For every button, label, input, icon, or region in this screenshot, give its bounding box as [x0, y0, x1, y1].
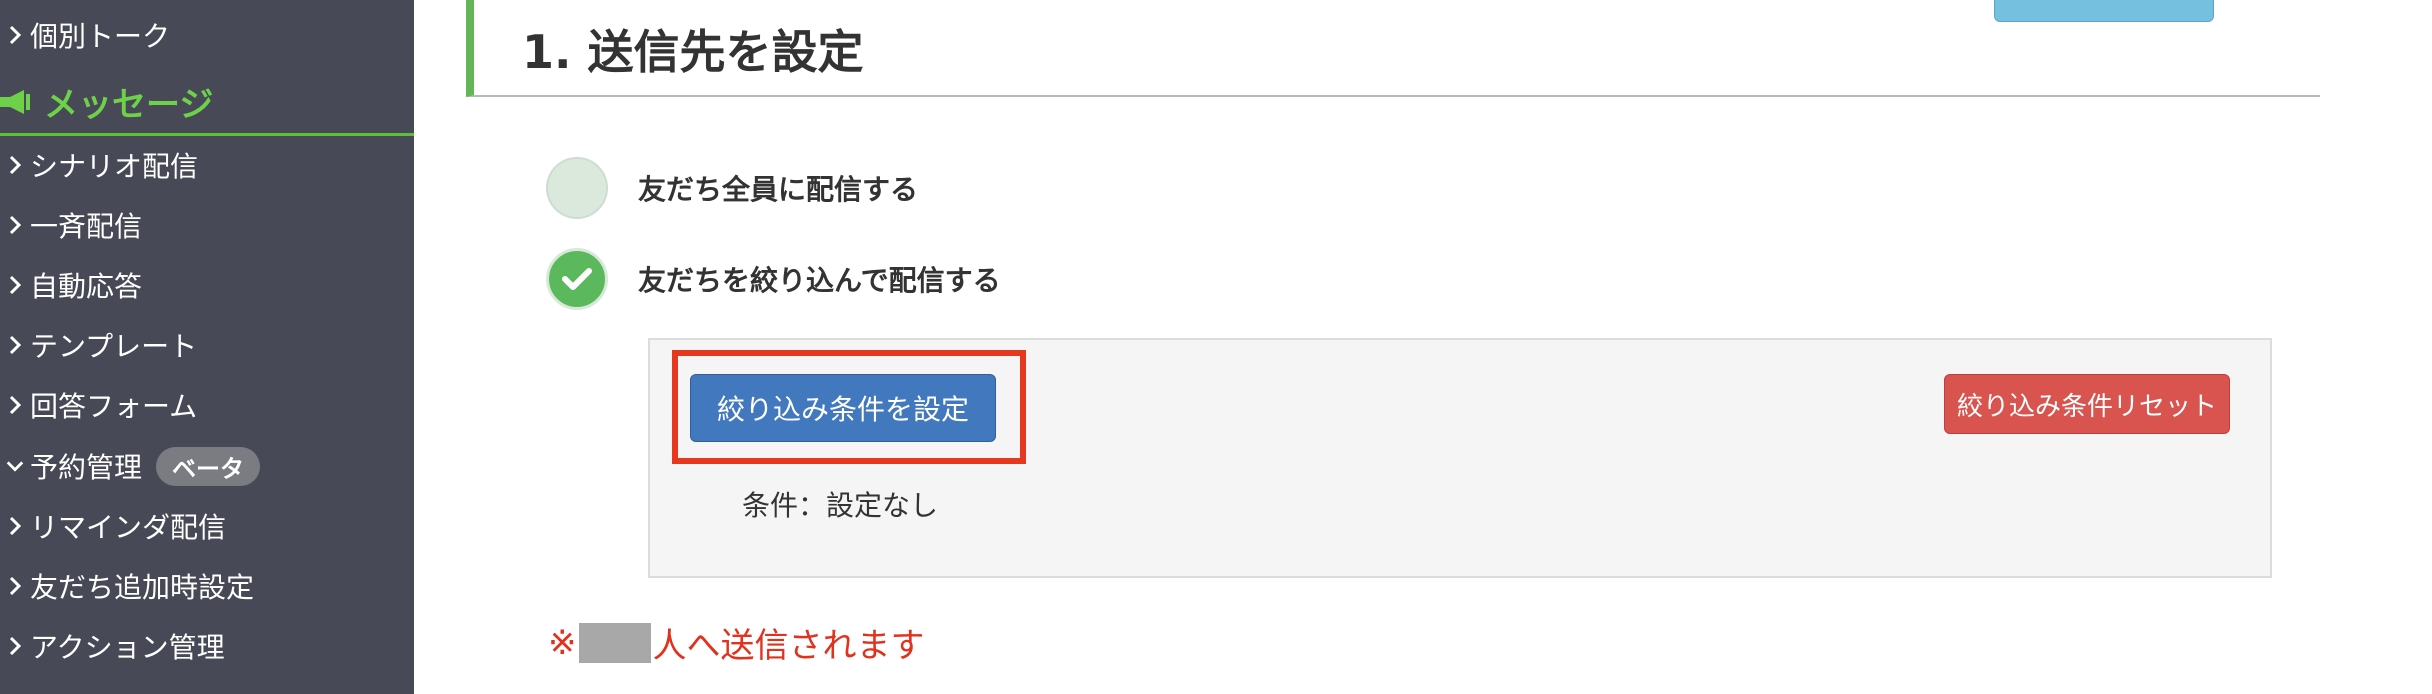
- sidebar-item-reminder[interactable]: リマインダ配信: [0, 506, 226, 546]
- sidebar-item-answer-form[interactable]: 回答フォーム: [0, 385, 197, 425]
- check-icon: [562, 268, 592, 290]
- chevron-right-icon: [0, 515, 30, 537]
- section-title: 1. 送信先を設定: [522, 25, 864, 79]
- note-suffix: 人へ送信されます: [652, 626, 925, 666]
- note-prefix: ※: [548, 622, 577, 663]
- reset-filter-button[interactable]: 絞り込み条件リセット: [1944, 374, 2230, 434]
- sidebar-item-label: 一斉配信: [30, 210, 143, 243]
- sidebar-item-label: 個別トーク: [30, 20, 171, 53]
- send-count-note: ※ 人へ送信されます: [548, 618, 925, 667]
- sidebar-item-label: 予約管理: [30, 451, 143, 484]
- chevron-right-icon: [0, 214, 30, 236]
- sidebar-item-friend-add-settings[interactable]: 友だち追加時設定: [0, 566, 254, 606]
- sidebar-item-reservation[interactable]: 予約管理 ベータ: [0, 446, 261, 486]
- sidebar-item-label: シナリオ配信: [30, 150, 199, 183]
- sidebar-item-auto-reply[interactable]: 自動応答: [0, 265, 142, 305]
- sidebar-item-scenario[interactable]: シナリオ配信: [0, 145, 198, 185]
- sidebar-item-label: テンプレート: [30, 330, 198, 363]
- sidebar-section-label: メッセージ: [44, 85, 214, 125]
- sidebar-item-template[interactable]: テンプレート: [0, 325, 197, 365]
- chevron-right-icon: [0, 394, 30, 416]
- sidebar-item-individual-talk[interactable]: 個別トーク: [0, 15, 170, 55]
- sidebar: 個別トーク メッセージ シナリオ配信 一斉配信 自動応答 テンプレート 回答フォ…: [0, 0, 414, 694]
- option-filter-friends[interactable]: 友だちを絞り込んで配信する: [546, 248, 1001, 310]
- beta-badge: ベータ: [156, 446, 261, 486]
- sidebar-item-broadcast[interactable]: 一斉配信: [0, 205, 142, 245]
- condition-text: 条件：設定なし: [742, 489, 939, 522]
- chevron-right-icon: [0, 24, 30, 46]
- chevron-right-icon: [0, 575, 30, 597]
- option-all-friends[interactable]: 友だち全員に配信する: [546, 157, 918, 219]
- radio-selected[interactable]: [546, 248, 608, 310]
- chevron-down-icon: [0, 459, 30, 473]
- sidebar-item-label: 回答フォーム: [30, 390, 198, 423]
- radio-unselected[interactable]: [546, 157, 608, 219]
- option-label: 友だち全員に配信する: [638, 173, 919, 206]
- chevron-right-icon: [0, 334, 30, 356]
- sidebar-item-label: 自動応答: [30, 270, 143, 303]
- set-filter-button[interactable]: 絞り込み条件を設定: [690, 374, 996, 442]
- sidebar-item-action-management[interactable]: アクション管理: [0, 626, 225, 666]
- sidebar-item-label: 友だち追加時設定: [30, 571, 255, 604]
- megaphone-icon: [0, 88, 30, 116]
- chevron-right-icon: [0, 274, 30, 296]
- sidebar-item-label: リマインダ配信: [30, 511, 227, 544]
- redacted-count: [578, 622, 651, 663]
- section-header: 1. 送信先を設定: [466, 0, 2320, 97]
- sidebar-item-label: アクション管理: [30, 631, 225, 664]
- chevron-right-icon: [0, 154, 30, 176]
- chevron-right-icon: [0, 635, 30, 657]
- sidebar-section-message[interactable]: メッセージ: [0, 70, 414, 136]
- option-label: 友だちを絞り込んで配信する: [638, 264, 1001, 297]
